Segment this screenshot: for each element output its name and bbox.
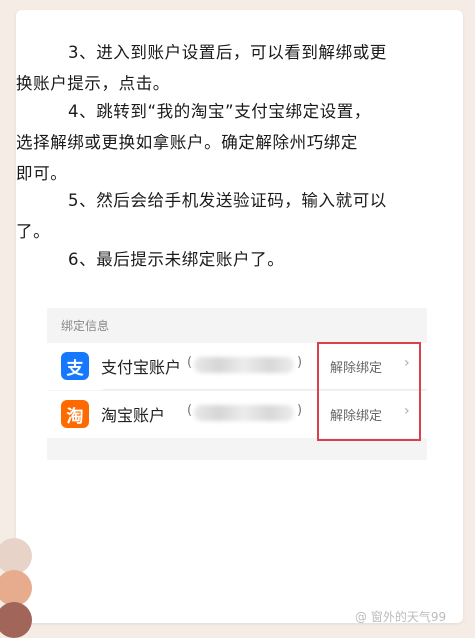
- binding-info-screenshot: 绑定信息 支 支付宝账户 ( ) 解除绑定 › 淘 淘宝账户 ( ) 解除绑定 …: [47, 308, 427, 460]
- step-6: 6、最后提示未绑定账户了。: [16, 244, 463, 275]
- step-4-line-2: 选择解绑或更换如拿账户。确定解除州巧绑定: [16, 133, 358, 152]
- watermark: @ 窗外的天气99: [355, 610, 447, 624]
- paren-close: ): [297, 355, 303, 370]
- paren-close: ): [297, 403, 303, 418]
- step-6-line-1: 6、最后提示未绑定账户了。: [68, 250, 285, 269]
- step-4: 4、跳转到“我的淘宝”支付宝绑定设置， 选择解绑或更换如拿账户。确定解除州巧绑定…: [16, 96, 463, 189]
- decorative-dot: [0, 602, 32, 638]
- taobao-account-label: 淘宝账户: [101, 406, 166, 425]
- taobao-icon: 淘: [61, 400, 89, 428]
- step-5-line-2: 了。: [16, 222, 51, 241]
- step-4-line-1: 4、跳转到“我的淘宝”支付宝绑定设置，: [68, 102, 371, 121]
- alipay-icon: 支: [61, 352, 89, 380]
- highlight-box: [317, 342, 421, 441]
- paren-open: (: [187, 355, 193, 370]
- blurred-account-id: [194, 405, 294, 421]
- step-5: 5、然后会给手机发送验证码，输入就可以 了。: [16, 185, 463, 247]
- step-5-line-1: 5、然后会给手机发送验证码，输入就可以: [68, 191, 387, 210]
- blurred-account-id: [194, 357, 294, 373]
- alipay-account-label: 支付宝账户: [101, 358, 182, 377]
- step-3: 3、进入到账户设置后，可以看到解绑或更 换账户提示，点击。: [16, 37, 463, 99]
- paren-open: (: [187, 403, 193, 418]
- section-title: 绑定信息: [61, 319, 110, 333]
- step-3-line-1: 3、进入到账户设置后，可以看到解绑或更: [68, 43, 387, 62]
- step-3-line-2: 换账户提示，点击。: [16, 74, 170, 93]
